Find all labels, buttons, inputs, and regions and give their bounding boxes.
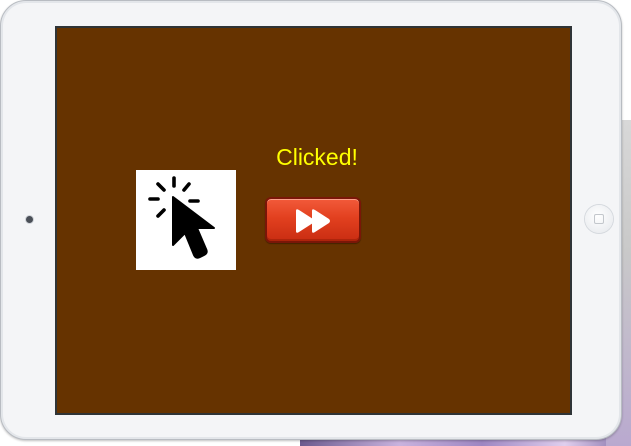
click-cursor-image [136,170,236,270]
status-label: Clicked! [276,144,358,170]
app-screen: Clicked! [55,26,572,415]
tablet-frame: Clicked! [0,0,622,440]
front-camera [26,216,33,223]
home-button[interactable] [585,205,613,233]
desktop: Clicked! [0,0,631,446]
fast-forward-icon [296,209,330,233]
fast-forward-button[interactable] [265,197,361,243]
click-cursor-icon [148,176,215,259]
